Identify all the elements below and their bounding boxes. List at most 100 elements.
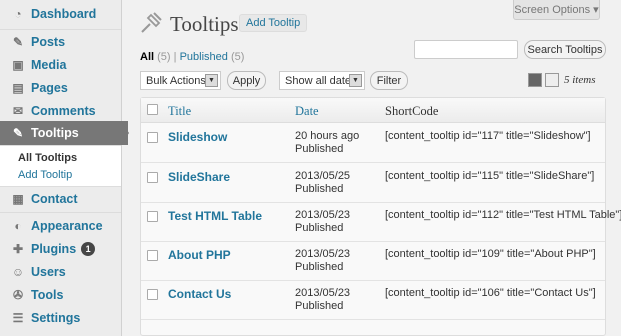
row-date: 20 hours ago Published [295,130,359,156]
submenu-add-tooltip[interactable]: Add Tooltip [18,169,72,181]
row-shortcode: [content_tooltip id="106" title="Contact… [385,287,596,299]
sidebar-item-contact[interactable]: ▦ Contact [0,188,121,210]
column-date-header[interactable]: Date [295,104,319,119]
row-title-link[interactable]: Test HTML Table [168,209,262,223]
bulk-actions-value: Bulk Actions [146,74,206,87]
sidebar-item-label: Contact [31,192,78,206]
sidebar-item-label: Posts [31,35,66,49]
sidebar-item-tools[interactable]: ✇ Tools [0,284,121,306]
add-tooltip-button[interactable]: Add Tooltip [239,14,308,32]
row-shortcode: [content_tooltip id="117" title="Slidesh… [385,130,591,142]
sidebar-item-appearance[interactable]: ◐ Appearance [0,215,121,237]
sidebar-item-label: Pages [31,81,68,95]
date-filter-select[interactable]: Show all dates ▼ [279,71,365,90]
filter-all-link[interactable]: All [140,51,154,63]
select-all-checkbox[interactable] [147,104,158,115]
row-date: 2013/05/23 Published [295,248,350,274]
row-status: Published [295,222,344,234]
contact-icon: ▦ [12,192,24,206]
filter-all-count: (5) [157,51,171,63]
submenu-all-tooltips[interactable]: All Tooltips [18,152,77,164]
table-row: Contact Us 2013/05/23 Published [content… [141,281,605,320]
sidebar-item-tooltips[interactable]: ✎ Tooltips [0,121,128,145]
row-status: Published [295,300,344,312]
row-date-value: 2013/05/23 [295,209,351,221]
row-checkbox[interactable] [147,211,158,222]
row-title-link[interactable]: About PHP [168,248,231,262]
menu-separator [0,212,121,213]
row-date-value: 2013/05/23 [295,248,351,260]
status-filter-links: All (5) | Published (5) [140,51,244,63]
sidebar-item-label: Media [31,58,67,72]
plugins-icon: ✚ [12,242,24,256]
media-icon: ▣ [12,58,24,72]
sidebar-item-label: Settings [31,311,81,325]
main-content: Screen Options ▾ Tooltips Add Tooltip Al… [122,0,621,336]
sidebar-item-label: Comments [31,104,96,118]
search-input[interactable] [414,40,518,59]
tooltips-icon: ✎ [12,126,24,140]
column-title-header[interactable]: Title [168,104,191,119]
date-filter-value: Show all dates [285,74,357,87]
settings-icon: ☰ [12,311,24,325]
comments-icon: ✉ [12,104,24,118]
search-tooltips-button[interactable]: Search Tooltips [524,40,606,59]
excerpt-view-icon[interactable] [545,73,559,87]
row-checkbox[interactable] [147,289,158,300]
row-title-link[interactable]: Contact Us [168,287,231,301]
filter-published-link[interactable]: Published [180,51,228,63]
filter-published-count: (5) [230,51,245,63]
row-checkbox[interactable] [147,250,158,261]
tooltips-table: Title Date ShortCode Slideshow 20 hours … [140,97,621,336]
row-title-link[interactable]: SlideShare [168,170,230,184]
items-count: 5 items [564,74,596,86]
row-date-value: 20 hours ago [295,130,360,142]
sidebar-item-comments[interactable]: ✉ Comments [0,100,121,122]
row-status: Published [295,143,344,155]
pushpin-icon: ✎ [12,35,24,49]
chevron-down-icon: ▼ [205,74,218,87]
table-row: SlideShare 2013/05/25 Published [content… [141,164,605,203]
row-checkbox[interactable] [147,172,158,183]
appearance-icon: ◐ [14,219,22,233]
row-shortcode: [content_tooltip id="115" title="SlideSh… [385,170,595,182]
sidebar-item-label: Dashboard [31,7,97,21]
page-title: Tooltips [170,12,239,36]
row-status: Published [295,261,344,273]
list-view-icon[interactable] [528,73,542,87]
sidebar-item-label: Tooltips [31,126,79,140]
update-count-badge: 1 [81,242,96,256]
chevron-down-icon: ▼ [349,74,362,87]
row-date-value: 2013/05/25 [295,170,351,182]
row-shortcode: [content_tooltip id="109" title="About P… [385,248,596,260]
row-date: 2013/05/23 Published [295,209,350,235]
table-header: Title Date ShortCode [141,98,605,123]
sidebar-item-pages[interactable]: ▤ Pages [0,77,121,99]
tooltips-submenu: All Tooltips Add Tooltip [0,145,121,187]
sidebar-item-settings[interactable]: ☰ Settings [0,307,121,329]
menu-separator [0,29,121,30]
sidebar-item-plugins[interactable]: ✚ Plugins 1 [0,238,121,260]
filter-button[interactable]: Filter [370,71,408,90]
row-status: Published [295,183,344,195]
row-date-value: 2013/05/23 [295,287,351,299]
table-row: Slideshow 20 hours ago Published [conten… [141,124,605,163]
column-shortcode-header: ShortCode [385,104,439,118]
admin-sidebar: ◔ Dashboard ✎ Posts ▣ Media ▤ Pages ✉ Co… [0,0,128,336]
row-date: 2013/05/23 Published [295,287,350,313]
row-checkbox[interactable] [147,132,158,143]
sidebar-item-dashboard[interactable]: ◔ Dashboard [0,3,121,25]
bulk-actions-select[interactable]: Bulk Actions ▼ [140,71,221,90]
row-title-link[interactable]: Slideshow [168,130,227,144]
sidebar-item-media[interactable]: ▣ Media [0,54,121,76]
sidebar-item-posts[interactable]: ✎ Posts [0,31,121,53]
filter-separator: | [173,51,177,63]
apply-button[interactable]: Apply [227,71,266,90]
sidebar-item-label: Appearance [31,219,103,233]
sidebar-item-users[interactable]: ☺ Users [0,261,121,283]
table-row: Test HTML Table 2013/05/23 Published [co… [141,203,621,242]
users-icon: ☺ [11,265,25,279]
screen-options-button[interactable]: Screen Options ▾ [513,0,600,20]
row-shortcode: [content_tooltip id="112" title="Test HT… [385,209,621,221]
pages-icon: ▤ [12,81,24,95]
